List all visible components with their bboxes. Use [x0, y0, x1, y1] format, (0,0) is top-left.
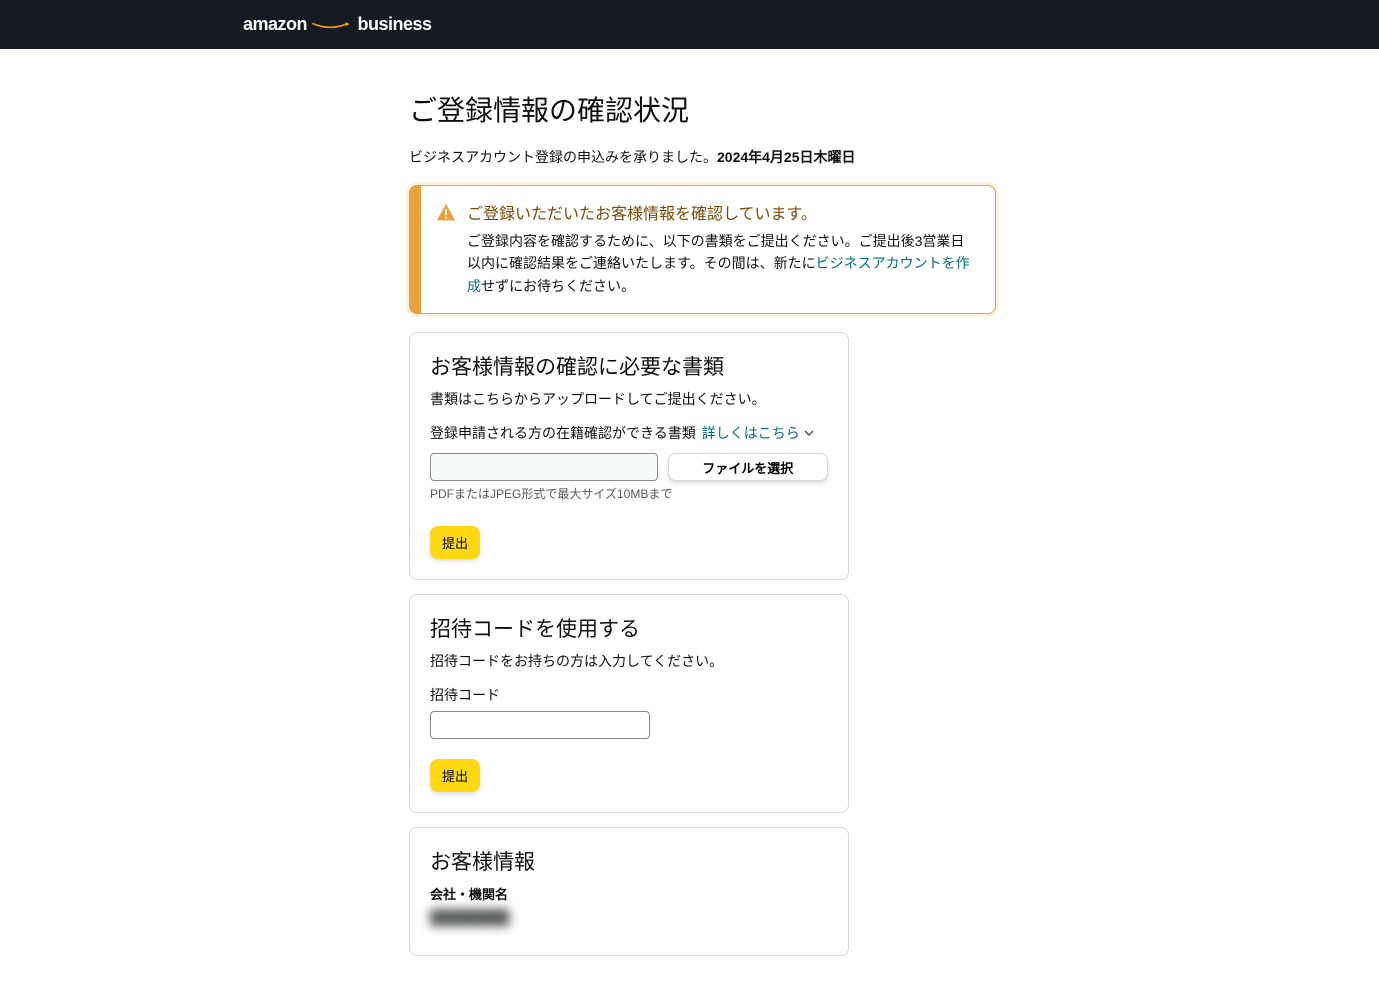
subtitle-date: 2024年4月25日木曜日	[717, 149, 856, 165]
invite-code-label: 招待コード	[430, 685, 828, 705]
subtitle-row: ビジネスアカウント登録の申込みを承りました。2024年4月25日木曜日	[409, 147, 1199, 167]
info-card-title: お客様情報	[430, 846, 828, 876]
logo-business-text: business	[357, 14, 431, 35]
amazon-business-logo[interactable]: amazon business	[243, 14, 432, 35]
upload-card-desc: 書類はこちらからアップロードしてご提出ください。	[430, 389, 828, 409]
app-header: amazon business	[0, 0, 1379, 49]
company-name-label: 会社・機関名	[430, 884, 828, 903]
details-expand-link[interactable]: 詳しくはこちら	[702, 423, 814, 443]
doc-label-row: 登録申請される方の在籍確認ができる書類 詳しくはこちら	[430, 423, 828, 443]
upload-submit-button[interactable]: 提出	[430, 526, 480, 559]
subtitle-prefix: ビジネスアカウント登録の申込みを承りました。	[409, 149, 717, 165]
invite-code-input[interactable]	[430, 711, 650, 739]
invite-submit-button[interactable]: 提出	[430, 759, 480, 792]
upload-card-title: お客様情報の確認に必要な書類	[430, 351, 828, 381]
customer-info-card: お客様情報 会社・機関名 ████████	[409, 827, 849, 956]
choose-file-button[interactable]: ファイルを選択	[668, 453, 828, 481]
file-display-field	[430, 453, 658, 481]
alert-title: ご登録いただいたお客様情報を確認しています。	[467, 200, 975, 224]
invite-card-title: 招待コードを使用する	[430, 613, 828, 643]
main-container: ご登録情報の確認状況 ビジネスアカウント登録の申込みを承りました。2024年4月…	[389, 49, 1219, 990]
invite-code-card: 招待コードを使用する 招待コードをお持ちの方は入力してください。 招待コード 提…	[409, 594, 849, 813]
invite-card-desc: 招待コードをお持ちの方は入力してください。	[430, 651, 828, 671]
warning-icon	[435, 202, 457, 224]
company-name-value: ████████	[430, 909, 828, 925]
logo-amazon-text: amazon	[243, 14, 307, 34]
amazon-smile-icon	[311, 22, 351, 30]
verification-alert: ご登録いただいたお客様情報を確認しています。 ご登録内容を確認するために、以下の…	[409, 185, 996, 314]
doc-label-text: 登録申請される方の在籍確認ができる書類	[430, 423, 696, 443]
alert-body: ご登録内容を確認するために、以下の書類をご提出ください。ご提出後3営業日以内に確…	[467, 230, 975, 297]
document-upload-card: お客様情報の確認に必要な書類 書類はこちらからアップロードしてご提出ください。 …	[409, 332, 849, 580]
chevron-down-icon	[804, 428, 814, 438]
file-format-hint: PDFまたはJPEG形式で最大サイズ10MBまで	[430, 485, 828, 502]
page-title: ご登録情報の確認状況	[409, 89, 1199, 129]
